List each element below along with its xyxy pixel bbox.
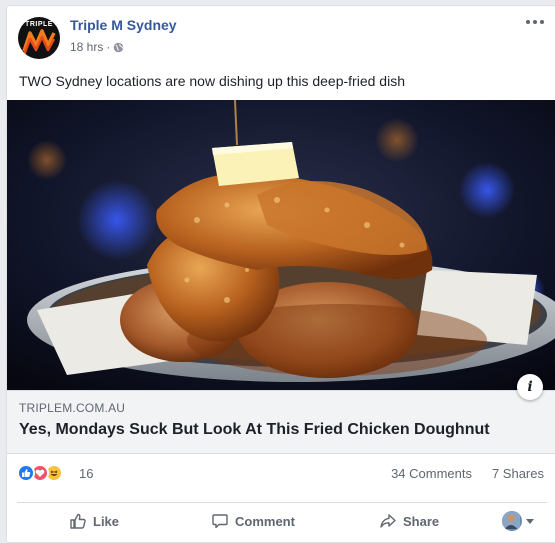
timestamp-link[interactable]: 18 hrs [70, 40, 103, 54]
share-arrow-icon [380, 514, 396, 528]
engagement-summary: 16 34 Comments 7 Shares [7, 455, 555, 493]
share-button[interactable]: Share [379, 503, 439, 539]
viewer-avatar [502, 511, 522, 531]
info-icon[interactable]: i [517, 374, 543, 400]
share-count-link[interactable]: 7 Shares [492, 466, 544, 481]
post-meta: 18 hrs · [70, 40, 124, 54]
page-name-link[interactable]: Triple M Sydney [70, 17, 177, 33]
reaction-count[interactable]: 16 [79, 466, 93, 481]
reaction-icons[interactable] [17, 464, 63, 482]
post-message: TWO Sydney locations are now dishing up … [19, 73, 405, 89]
fried-chicken-doughnut-photo [7, 100, 555, 390]
thumbs-up-icon [70, 513, 86, 529]
link-preview-image[interactable] [7, 100, 555, 390]
link-domain: TRIPLEM.COM.AU [19, 401, 126, 415]
comment-count-link[interactable]: 34 Comments [391, 466, 472, 481]
chevron-down-icon [526, 518, 534, 524]
post-card: TRIPLE Triple M Sydney 18 hrs · TWO Sydn… [6, 5, 555, 543]
globe-icon[interactable] [113, 42, 124, 53]
more-options-icon[interactable] [524, 16, 546, 28]
post-header: TRIPLE Triple M Sydney 18 hrs · [7, 6, 555, 66]
link-caption[interactable]: TRIPLEM.COM.AU Yes, Mondays Suck But Loo… [7, 390, 555, 454]
page-avatar[interactable]: TRIPLE [18, 17, 60, 59]
comment-icon [212, 514, 228, 529]
comment-button[interactable]: Comment [211, 503, 295, 539]
link-title[interactable]: Yes, Mondays Suck But Look At This Fried… [19, 421, 490, 439]
like-button[interactable]: Like [69, 503, 119, 539]
share-label: Share [403, 513, 440, 529]
meta-separator: · [106, 40, 111, 54]
comment-label: Comment [235, 513, 295, 529]
like-label: Like [93, 513, 120, 529]
avatar-logo-text: TRIPLE [25, 21, 53, 28]
like-reaction-icon [17, 464, 35, 482]
acting-as-selector[interactable] [502, 503, 534, 539]
post-actions: Like Comment Share [17, 502, 547, 538]
